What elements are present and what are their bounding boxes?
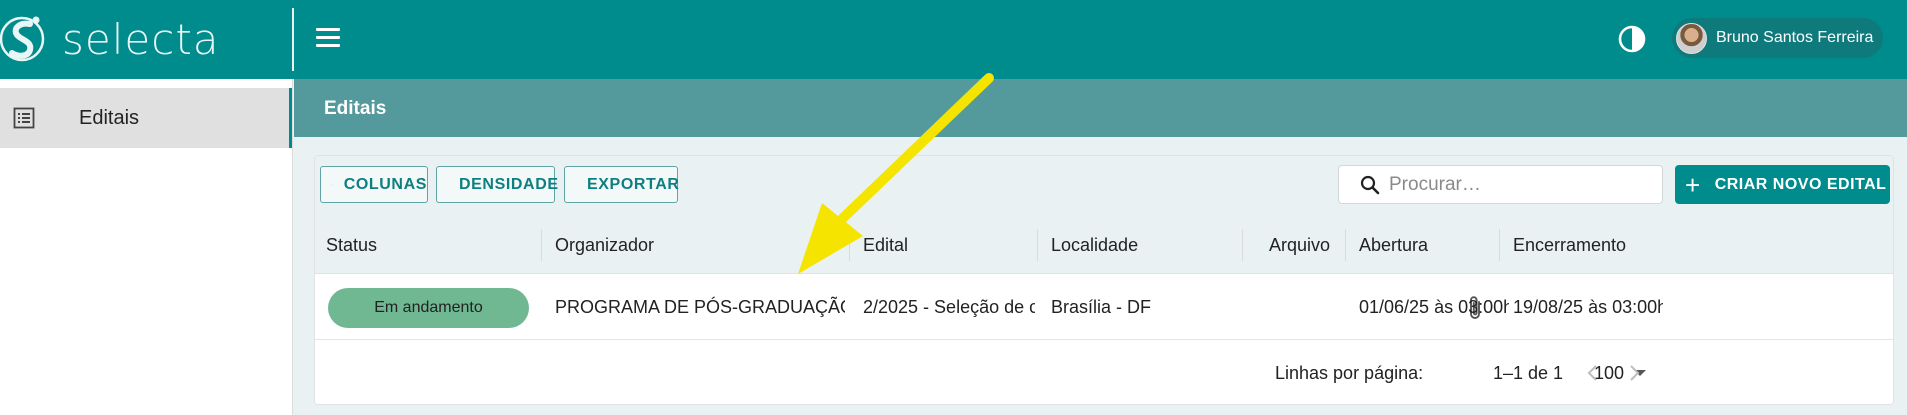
column-separator[interactable] xyxy=(1242,229,1243,261)
column-header-localidade[interactable]: Localidade xyxy=(1051,216,1138,274)
column-header-arquivo[interactable]: Arquivo xyxy=(1269,216,1330,274)
density-label: DENSIDADE xyxy=(459,175,559,193)
column-header-edital[interactable]: Edital xyxy=(863,216,908,274)
pagination-range: 1–1 de 1 xyxy=(1493,362,1564,383)
next-page-button[interactable] xyxy=(1622,361,1646,385)
avatar xyxy=(1676,22,1707,54)
export-button[interactable]: EXPORTAR xyxy=(564,166,680,203)
app-name: selecta xyxy=(62,15,220,64)
column-header-organizador[interactable]: Organizador xyxy=(555,216,654,274)
pagination-footer: Linhas por página: 100 1–1 de 1 xyxy=(315,340,1893,404)
plus-icon: + xyxy=(1685,169,1701,200)
search-field[interactable] xyxy=(1338,165,1663,204)
top-app-bar: selecta Bruno Santos Ferreira xyxy=(0,0,1907,79)
column-separator[interactable] xyxy=(1345,229,1346,261)
column-header-status[interactable]: Status xyxy=(326,216,377,274)
column-separator[interactable] xyxy=(541,229,542,261)
cell-organizador: PROGRAMA DE PÓS-GRADUAÇÃO EM ED… xyxy=(555,296,845,317)
column-header-abertura[interactable]: Abertura xyxy=(1359,216,1428,274)
user-menu[interactable]: Bruno Santos Ferreira xyxy=(1672,18,1883,58)
page-title: Editais xyxy=(324,98,387,119)
cell-localidade: Brasília - DF xyxy=(1051,296,1152,317)
theme-toggle-icon[interactable] xyxy=(1617,24,1647,54)
rows-per-page-label: Linhas por página: xyxy=(1275,362,1424,383)
topbar-divider xyxy=(292,8,294,71)
search-input[interactable] xyxy=(1389,173,1629,196)
menu-icon[interactable] xyxy=(316,28,340,48)
create-edital-button[interactable]: + CRIAR NOVO EDITAL xyxy=(1675,165,1890,204)
column-separator[interactable] xyxy=(1499,229,1500,261)
columns-button[interactable]: COLUNAS xyxy=(320,166,428,203)
sidebar-item-editais[interactable]: Editais xyxy=(0,88,292,148)
columns-label: COLUNAS xyxy=(343,175,427,193)
table-header: Status Organizador Edital Localidade Arq… xyxy=(315,216,1893,274)
grid-toolbar: COLUNAS DENSIDADE EXPORTAR + xyxy=(315,156,1893,216)
search-icon xyxy=(1360,175,1380,194)
chevron-left-icon xyxy=(1587,365,1597,381)
table-row[interactable]: Em andamento PROGRAMA DE PÓS-GRADUAÇÃO E… xyxy=(315,274,1893,340)
create-edital-label: CRIAR NOVO EDITAL xyxy=(1714,175,1887,193)
export-label: EXPORTAR xyxy=(587,175,680,193)
column-separator[interactable] xyxy=(1037,229,1038,261)
cell-edital: 2/2025 - Seleção de ca… xyxy=(863,296,1035,317)
density-button[interactable]: DENSIDADE xyxy=(436,166,558,203)
status-badge[interactable]: Em andamento xyxy=(328,288,529,328)
sidebar: Editais xyxy=(0,79,293,415)
editais-data-grid: COLUNAS DENSIDADE EXPORTAR + xyxy=(314,155,1894,405)
columns-icon xyxy=(332,184,333,185)
cell-encerramento: 19/08/25 às 03:00h xyxy=(1513,296,1663,317)
previous-page-button[interactable] xyxy=(1581,361,1605,385)
column-header-encerramento[interactable]: Encerramento xyxy=(1513,216,1626,274)
selecta-logo-icon xyxy=(0,0,58,79)
sidebar-item-label: Editais xyxy=(79,107,140,129)
column-separator[interactable] xyxy=(849,229,850,261)
page-header: Editais xyxy=(294,79,1907,137)
user-name: Bruno Santos Ferreira xyxy=(1716,29,1874,46)
cell-abertura: 01/06/25 às 03:00h xyxy=(1359,296,1509,317)
list-icon xyxy=(12,106,36,130)
chevron-right-icon xyxy=(1630,365,1640,381)
app-logo[interactable]: selecta xyxy=(0,0,220,79)
